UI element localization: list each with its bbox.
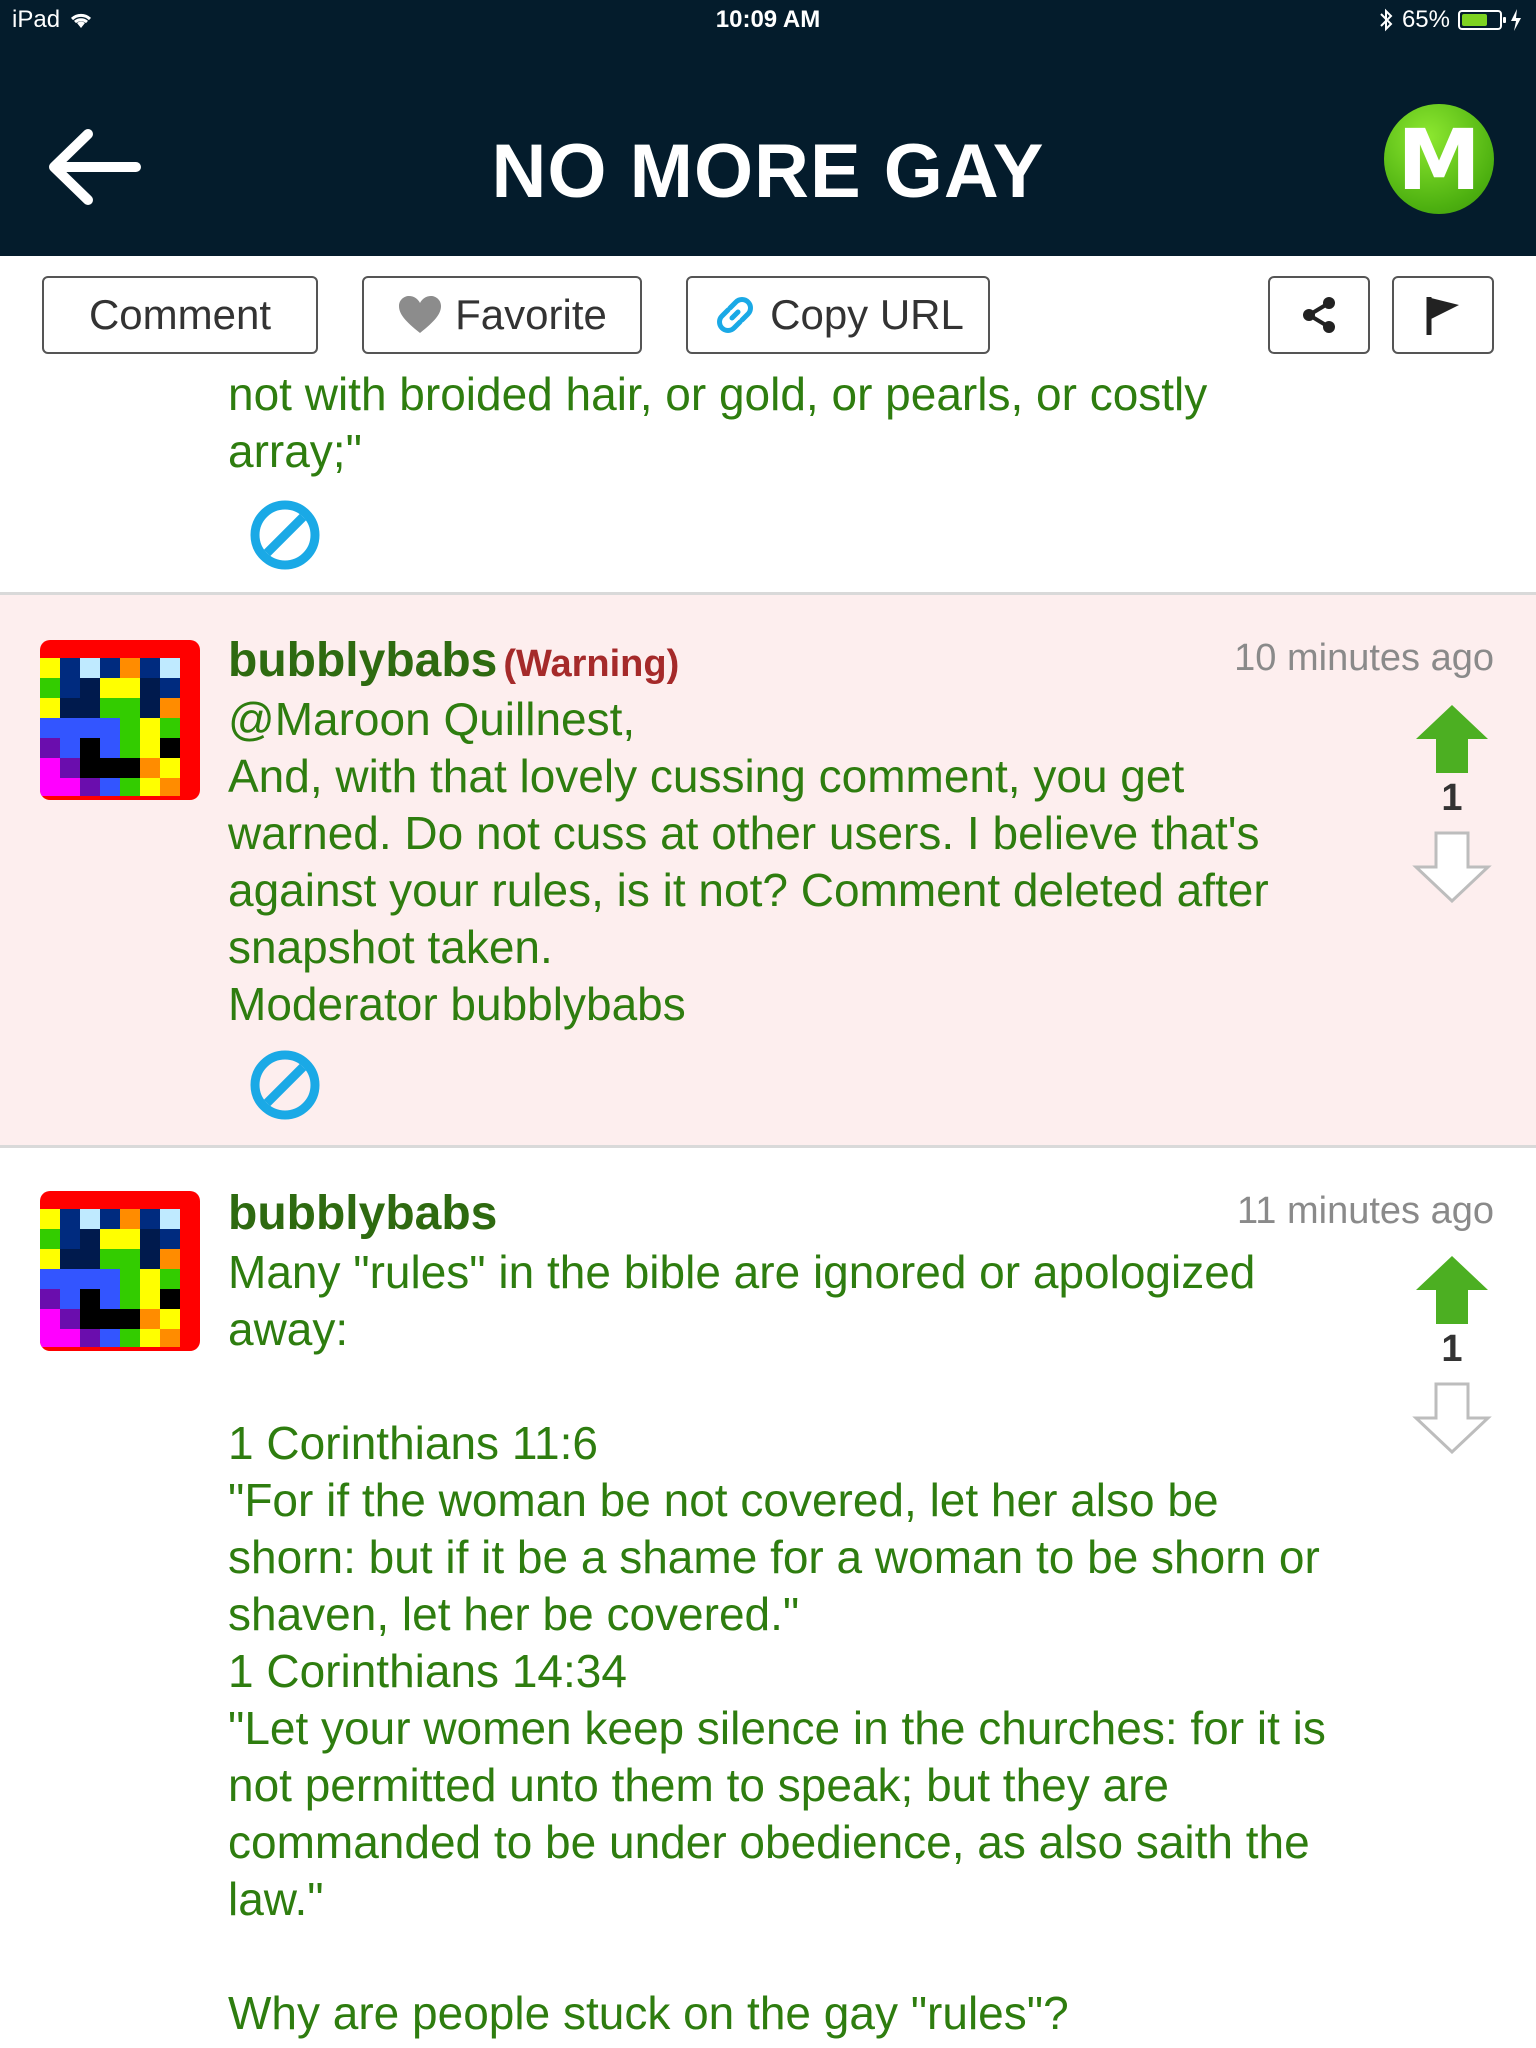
username-text: bubblybabs (228, 634, 498, 687)
share-button[interactable] (1268, 276, 1370, 354)
copy-url-button-label: Copy URL (770, 291, 964, 338)
comment-button-label: Comment (88, 291, 272, 338)
page-title: NO MORE GAY (491, 129, 1045, 214)
downvote-arrow-icon[interactable] (1412, 1382, 1492, 1454)
battery-percent: 65% (1401, 6, 1450, 33)
header: NO MORE GAY M (0, 40, 1536, 256)
flag-icon (1426, 297, 1459, 335)
heart-icon (399, 296, 442, 333)
comment-body: Many "rules" in the bible are ignored or… (228, 1246, 1326, 2039)
warning-badge: (Warning) (503, 643, 680, 685)
upvote-arrow-icon[interactable] (1412, 703, 1492, 775)
vote-count: 1 (1441, 1328, 1463, 1370)
status-bar: iPad 10:09 AM 65% (0, 0, 1536, 40)
ban-icon[interactable] (250, 500, 320, 570)
link-icon (717, 297, 754, 333)
avatar[interactable] (40, 640, 200, 800)
comment: bubblybabs 11 minutes ago Many "rules" i… (0, 1148, 1536, 2048)
app-logo[interactable]: M (1384, 104, 1494, 214)
comment-body: @Maroon Quillnest, And, with that lovely… (228, 693, 1269, 1030)
favorite-button-label: Favorite (455, 291, 607, 338)
clock: 10:09 AM (715, 6, 821, 33)
flag-button[interactable] (1392, 276, 1494, 354)
status-right: 65% (1378, 6, 1522, 34)
battery-icon (1458, 10, 1506, 30)
username[interactable]: bubblybabs (228, 1186, 497, 1241)
comment-warning: bubblybabs (Warning) 10 minutes ago @Maro… (0, 595, 1536, 1145)
bluetooth-icon (1380, 8, 1393, 32)
copy-url-button[interactable]: Copy URL (686, 276, 990, 354)
action-bar: Comment Favorite Copy URL (0, 256, 1536, 366)
username-text: bubblybabs (228, 1187, 498, 1240)
charging-bolt-icon (1511, 9, 1521, 31)
share-icon (1303, 297, 1335, 333)
comment-timestamp: 10 minutes ago (1234, 637, 1494, 679)
favorite-button[interactable]: Favorite (362, 276, 642, 354)
vote-count: 1 (1441, 777, 1463, 819)
previous-comment-text: not with broided hair, or gold, or pearl… (228, 368, 1208, 477)
comment-button[interactable]: Comment (42, 276, 318, 354)
avatar[interactable] (40, 1191, 200, 1351)
ban-icon[interactable] (250, 1050, 320, 1120)
username[interactable]: bubblybabs (Warning) (228, 633, 679, 688)
comment-timestamp: 11 minutes ago (1236, 1190, 1494, 1232)
upvote-arrow-icon[interactable] (1412, 1254, 1492, 1326)
downvote-arrow-icon[interactable] (1412, 831, 1492, 903)
